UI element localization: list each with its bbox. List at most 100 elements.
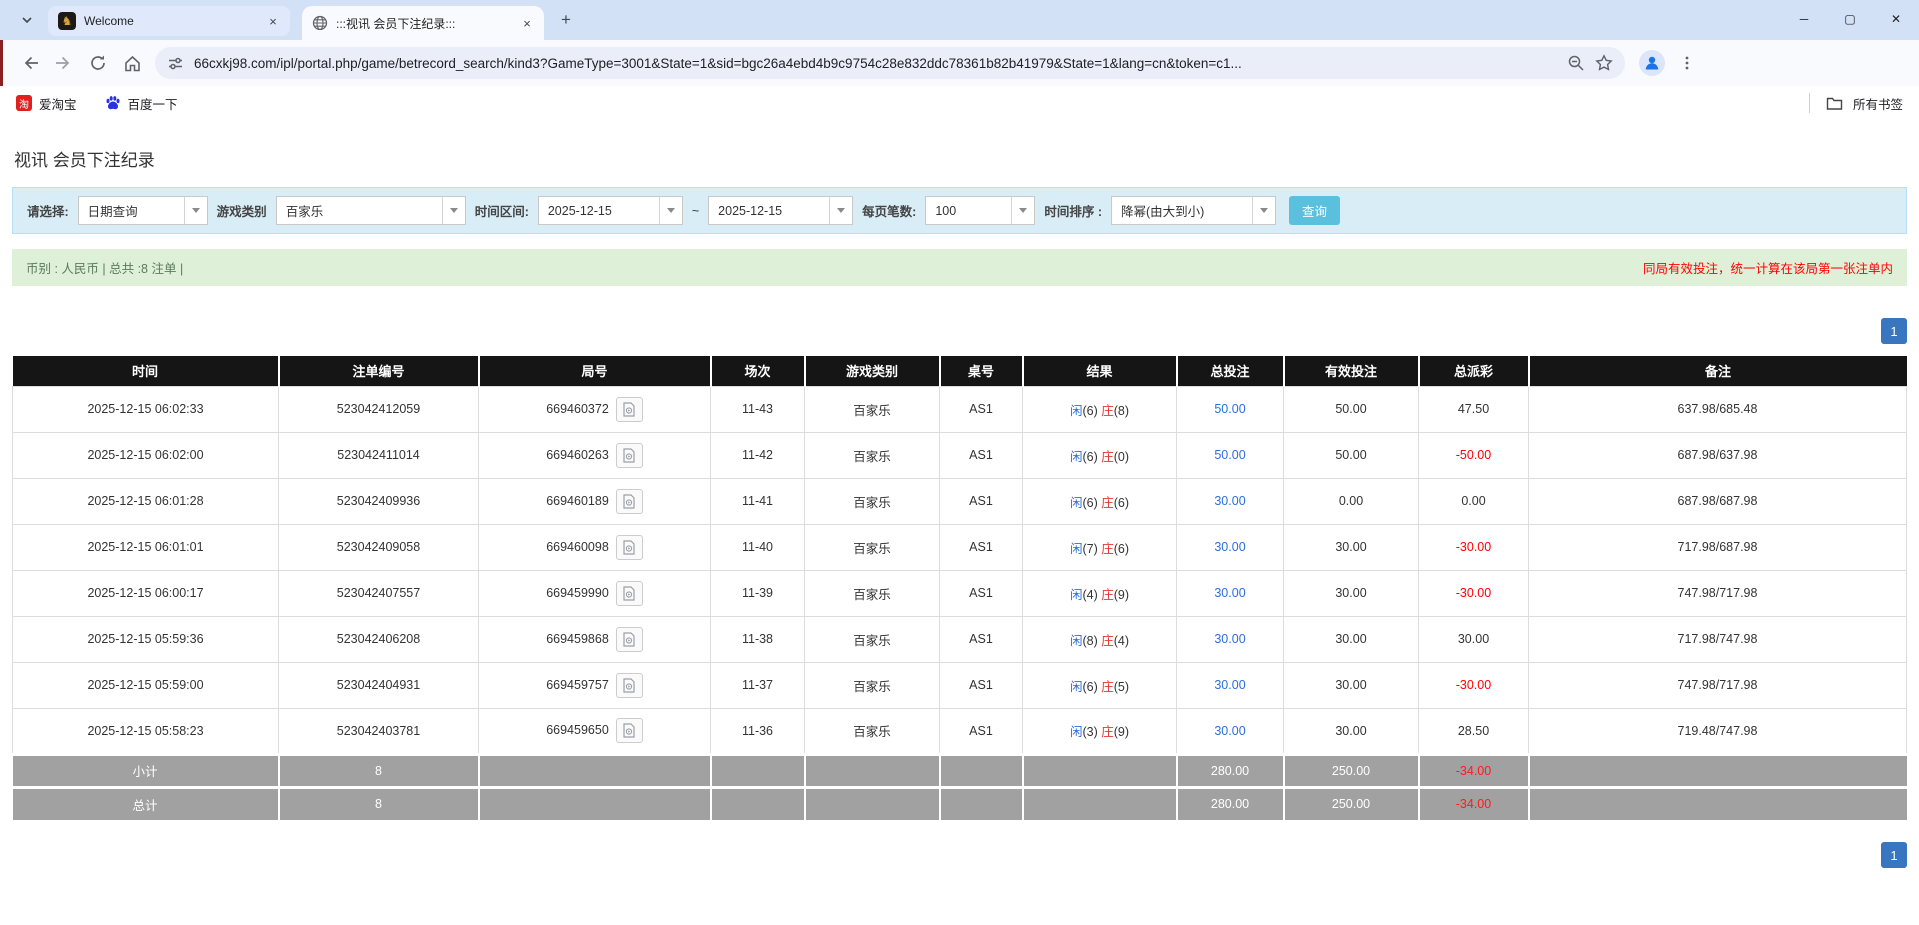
date-from-select[interactable]: 2025-12-15 (538, 196, 683, 225)
site-info-icon[interactable] (167, 55, 184, 72)
tab-title: Welcome (84, 14, 256, 28)
cell-session: 11-36 (711, 708, 805, 754)
cell-round-id: 669460372 (479, 386, 711, 432)
cell-game-type: 百家乐 (805, 478, 940, 524)
query-type-select[interactable]: 日期查询 (78, 196, 208, 225)
video-replay-button[interactable] (616, 673, 643, 698)
tab-close-icon[interactable]: × (264, 12, 282, 30)
tab-welcome[interactable]: ♞ Welcome × (48, 6, 290, 36)
baidu-paw-icon (105, 95, 121, 111)
video-replay-button[interactable] (616, 535, 643, 560)
cell-bet-id: 523042411014 (279, 432, 479, 478)
tab-search-button[interactable] (12, 5, 42, 35)
cell-result: 闲(6) 庄(5) (1023, 662, 1177, 708)
cell-valid-bet: 30.00 (1284, 524, 1419, 570)
back-button[interactable] (13, 46, 47, 80)
col-result: 结果 (1023, 356, 1177, 386)
all-bookmarks[interactable]: 所有书签 (1809, 93, 1903, 113)
per-page-select[interactable]: 100 (925, 196, 1035, 225)
bookmarks-bar: 淘 爱淘宝 百度一下 所有书签 (0, 86, 1919, 120)
cell-time: 2025-12-15 05:59:36 (13, 616, 279, 662)
per-page-label: 每页笔数: (862, 201, 916, 220)
window-controls: ─ ▢ ✕ (1781, 0, 1919, 38)
video-replay-button[interactable] (616, 489, 643, 514)
search-button[interactable]: 查询 (1289, 196, 1340, 225)
close-window-button[interactable]: ✕ (1873, 0, 1919, 38)
forward-button[interactable] (47, 46, 81, 80)
sort-select[interactable]: 降幂(由大到小) (1111, 196, 1276, 225)
cell-round-id: 669459650 (479, 708, 711, 754)
pagination-bottom: 1 (12, 842, 1907, 868)
video-replay-button[interactable] (616, 718, 643, 743)
cell-session: 11-39 (711, 570, 805, 616)
date-to-select[interactable]: 2025-12-15 (708, 196, 853, 225)
cell-table-no: AS1 (940, 432, 1023, 478)
minimize-button[interactable]: ─ (1781, 0, 1827, 38)
cell-session: 11-42 (711, 432, 805, 478)
cell-time: 2025-12-15 05:58:23 (13, 708, 279, 754)
bookmark-star-icon[interactable] (1595, 54, 1613, 72)
person-icon (1643, 54, 1661, 72)
col-game-type: 游戏类别 (805, 356, 940, 386)
cell-valid-bet: 0.00 (1284, 478, 1419, 524)
menu-dots-icon[interactable] (1679, 55, 1695, 71)
table-row: 2025-12-15 06:02:00 523042411014 6694602… (13, 432, 1907, 478)
cell-game-type: 百家乐 (805, 524, 940, 570)
subtotal-payout: -34.00 (1419, 754, 1529, 787)
bookmark-baidu[interactable]: 百度一下 (105, 94, 178, 113)
cell-total-bet-link[interactable]: 30.00 (1177, 662, 1284, 708)
video-icon (622, 586, 636, 601)
tab-betrecord[interactable]: :::视讯 会员下注纪录::: × (302, 6, 544, 40)
info-notice: 同局有效投注，统一计算在该局第一张注单内 (1643, 258, 1893, 277)
pagination-top: 1 (12, 318, 1907, 344)
video-replay-button[interactable] (616, 581, 643, 606)
bookmark-taobao[interactable]: 淘 爱淘宝 (16, 94, 77, 113)
cell-total-bet-link[interactable]: 30.00 (1177, 616, 1284, 662)
cell-total-bet-link[interactable]: 30.00 (1177, 524, 1284, 570)
col-payout: 总派彩 (1419, 356, 1529, 386)
cell-round-id: 669459757 (479, 662, 711, 708)
zoom-out-icon[interactable] (1567, 54, 1585, 72)
new-tab-button[interactable]: + (552, 6, 580, 34)
cell-total-bet-link[interactable]: 50.00 (1177, 386, 1284, 432)
video-icon (622, 723, 636, 738)
maximize-button[interactable]: ▢ (1827, 0, 1873, 38)
address-bar[interactable]: 66cxkj98.com/ipl/portal.php/game/betreco… (155, 47, 1625, 79)
cell-game-type: 百家乐 (805, 662, 940, 708)
video-icon (622, 632, 636, 647)
video-icon (622, 448, 636, 463)
tab-strip: ♞ Welcome × :::视讯 会员下注纪录::: × + ─ ▢ ✕ (0, 0, 1919, 40)
cell-result: 闲(3) 庄(9) (1023, 708, 1177, 754)
col-table-no: 桌号 (940, 356, 1023, 386)
cell-total-bet-link[interactable]: 30.00 (1177, 708, 1284, 754)
subtotal-valid-bet: 250.00 (1284, 754, 1419, 787)
cell-game-type: 百家乐 (805, 616, 940, 662)
table-body: 2025-12-15 06:02:33 523042412059 6694603… (13, 386, 1907, 754)
cell-total-bet-link[interactable]: 30.00 (1177, 570, 1284, 616)
cell-payout: -50.00 (1419, 432, 1529, 478)
cell-round-id: 669460098 (479, 524, 711, 570)
page-1-button[interactable]: 1 (1881, 318, 1907, 344)
game-type-select[interactable]: 百家乐 (276, 196, 466, 225)
reload-button[interactable] (81, 46, 115, 80)
video-replay-button[interactable] (616, 627, 643, 652)
video-replay-button[interactable] (616, 397, 643, 422)
tab-close-icon[interactable]: × (518, 14, 536, 32)
back-arrow-icon (21, 54, 39, 72)
cell-note: 719.48/747.98 (1529, 708, 1907, 754)
page-1-button[interactable]: 1 (1881, 842, 1907, 868)
cell-round-id: 669459990 (479, 570, 711, 616)
cell-total-bet-link[interactable]: 50.00 (1177, 432, 1284, 478)
profile-avatar[interactable] (1639, 50, 1665, 76)
video-icon (622, 540, 636, 555)
home-button[interactable] (115, 46, 149, 80)
cell-total-bet-link[interactable]: 30.00 (1177, 478, 1284, 524)
subtotal-count: 8 (279, 754, 479, 787)
taobao-icon: 淘 (16, 95, 32, 111)
video-replay-button[interactable] (616, 443, 643, 468)
total-label: 总计 (13, 787, 279, 820)
cell-bet-id: 523042412059 (279, 386, 479, 432)
cell-table-no: AS1 (940, 478, 1023, 524)
table-row: 2025-12-15 05:59:36 523042406208 6694598… (13, 616, 1907, 662)
col-total-bet: 总投注 (1177, 356, 1284, 386)
